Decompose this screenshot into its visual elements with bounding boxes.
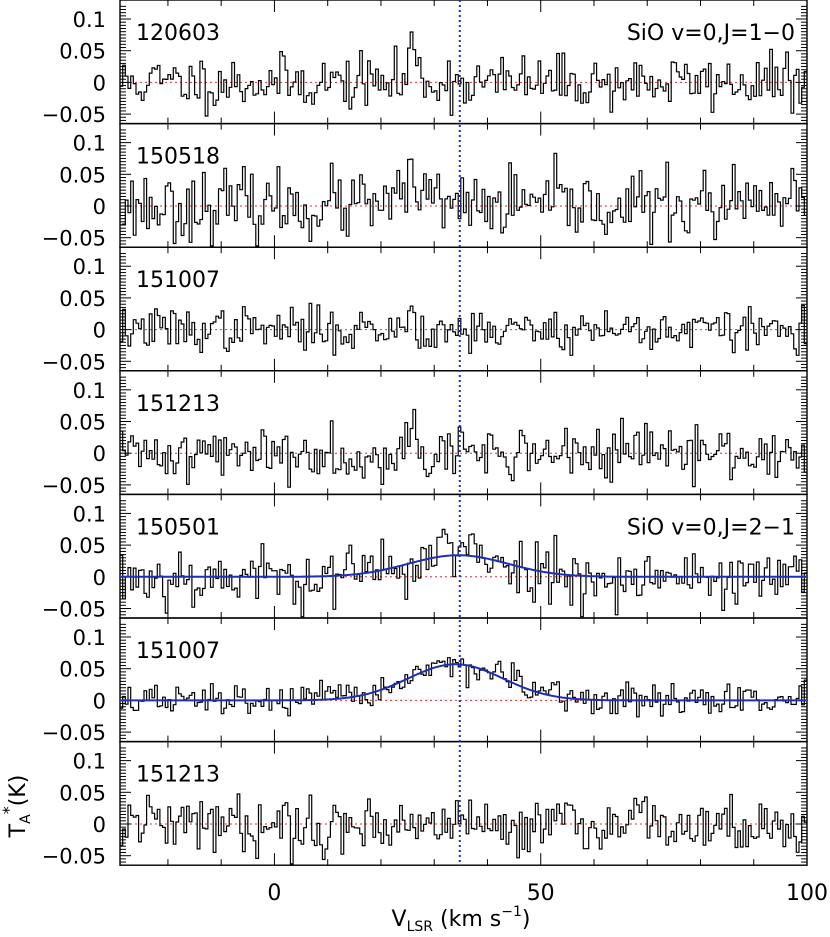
y-tick-label: 0.1 bbox=[73, 626, 106, 650]
spectrum-trace bbox=[120, 657, 807, 718]
x-axis-label-exponent: −1 bbox=[501, 904, 522, 920]
y-tick-label: 0 bbox=[93, 71, 106, 95]
spectrum-trace bbox=[120, 528, 807, 618]
panel-date-label: 151007 bbox=[136, 639, 220, 664]
spectrum-panel: 0.1 0.05 0 −0.05 151007 bbox=[42, 617, 808, 745]
y-axis-label: TA*(K) bbox=[0, 775, 34, 839]
y-tick-label: 0.1 bbox=[73, 255, 106, 279]
x-axis-label-subscript: LSR bbox=[407, 919, 434, 935]
y-tick-label: 0.1 bbox=[73, 750, 106, 774]
y-tick-label: 0 bbox=[93, 813, 106, 837]
y-tick-label: 0.05 bbox=[59, 163, 106, 187]
x-axis-label: VLSR (km s−1) bbox=[392, 904, 531, 935]
y-tick-label: −0.05 bbox=[42, 103, 106, 127]
gaussian-fit-curve bbox=[120, 663, 807, 702]
spectrum-panel: 0.1 0.05 0 −0.05 151007 bbox=[42, 246, 808, 374]
panel-frame bbox=[119, 0, 808, 125]
y-tick-label: 0.1 bbox=[73, 502, 106, 526]
y-axis-label-subscript: A bbox=[18, 814, 34, 824]
spectrum-panel: 0.1 0.05 0 −0.05 150518 bbox=[42, 122, 808, 251]
panel-frame bbox=[119, 740, 808, 866]
panel-date-label: 150518 bbox=[136, 145, 220, 170]
panel-frame bbox=[119, 617, 808, 743]
y-tick-label: 0 bbox=[93, 566, 106, 590]
y-tick-label: 0 bbox=[93, 195, 106, 219]
panel-frame bbox=[119, 246, 808, 372]
x-tick-label: 0 bbox=[267, 881, 281, 906]
y-tick-label: 0.1 bbox=[73, 379, 106, 403]
panel-date-label: 150501 bbox=[136, 515, 220, 540]
spectra-figure: 0.10.050−0.05120603 SiO v=0,J=1−00.10.050… bbox=[0, 0, 828, 935]
y-tick-label: 0.05 bbox=[59, 658, 106, 682]
y-tick-label: −0.05 bbox=[42, 474, 106, 498]
y-axis-label-superscript: * bbox=[0, 806, 18, 814]
y-tick-label: 0.1 bbox=[73, 132, 106, 156]
x-axis-label-main: V bbox=[392, 907, 407, 932]
spectrum-panel: 0.1 0.05 0 −0.05 150501 SiO v=0,J=2−1 bbox=[42, 493, 808, 621]
spectrum-panel: 0.1 0.05 0 −0.05 120603 SiO v=0,J=1−0 bbox=[42, 0, 808, 127]
y-tick-label: −0.05 bbox=[42, 597, 106, 621]
spectrum-panels: 0.10.050−0.05120603 SiO v=0,J=1−00.10.050… bbox=[42, 0, 808, 869]
y-tick-label: −0.05 bbox=[42, 350, 106, 374]
y-tick-label: 0 bbox=[93, 442, 106, 466]
panel-date-label: 120603 bbox=[136, 21, 220, 46]
y-tick-label: −0.05 bbox=[42, 845, 106, 869]
y-tick-label: 0.05 bbox=[59, 287, 106, 311]
x-tick-labels: 0 50 100 bbox=[267, 881, 828, 906]
spectrum-trace bbox=[120, 408, 807, 488]
transition-label: SiO v=0,J=2−1 bbox=[627, 515, 795, 540]
y-tick-label: 0.05 bbox=[59, 781, 106, 805]
y-tick-label: −0.05 bbox=[42, 721, 106, 745]
gaussian-fit-curve bbox=[120, 554, 807, 578]
y-tick-label: −0.05 bbox=[42, 227, 106, 251]
y-axis-label-main: T bbox=[6, 823, 31, 838]
panel-date-label: 151213 bbox=[136, 392, 220, 417]
x-tick-label: 50 bbox=[527, 881, 555, 906]
y-tick-label: 0.05 bbox=[59, 534, 106, 558]
panel-date-label: 151007 bbox=[136, 268, 220, 293]
x-axis-label-close: ) bbox=[522, 907, 531, 932]
y-tick-label: 0.1 bbox=[73, 8, 106, 32]
spectrum-panel: 0.1 0.05 0 −0.05 151213 bbox=[42, 370, 808, 498]
y-tick-label: 0 bbox=[93, 319, 106, 343]
x-tick-label: 100 bbox=[786, 881, 828, 906]
spectrum-trace bbox=[120, 152, 807, 247]
y-tick-label: 0.05 bbox=[59, 411, 106, 435]
y-tick-label: 0.05 bbox=[59, 40, 106, 64]
panel-date-label: 151213 bbox=[136, 763, 220, 788]
transition-label: SiO v=0,J=1−0 bbox=[627, 21, 795, 46]
x-axis-label-unit: (km s bbox=[433, 907, 501, 932]
spectrum-trace bbox=[120, 302, 807, 356]
y-tick-label: 0 bbox=[93, 689, 106, 713]
y-axis-label-unit: (K) bbox=[6, 775, 31, 807]
spectrum-panel: 0.1 0.05 0 −0.05 151213 bbox=[42, 740, 808, 869]
spectrum-trace bbox=[120, 793, 807, 865]
